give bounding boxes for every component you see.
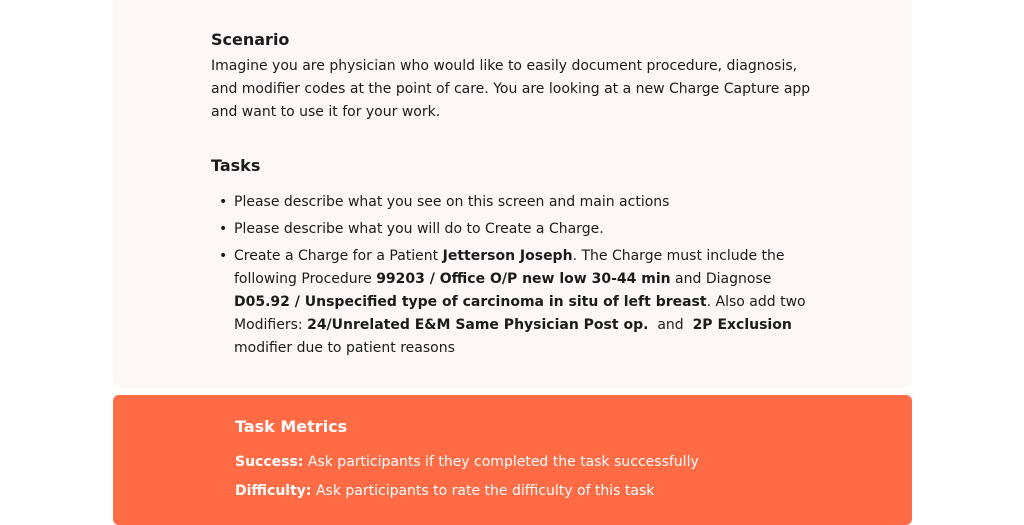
difficulty-label: Difficulty: <box>235 483 312 499</box>
task-text: Please describe what you see on this scr… <box>234 194 670 210</box>
task-text: Please describe what you will do to Crea… <box>234 221 604 237</box>
task-item: • Please describe what you see on this s… <box>211 191 806 214</box>
task-text-part: and Diagnose <box>670 271 772 287</box>
scenario-title: Scenario <box>211 30 290 49</box>
success-description: Ask participants if they completed the t… <box>303 454 699 470</box>
task-item: • Create a Charge for a Patient Jetterso… <box>211 245 806 360</box>
task-metrics-panel: Task Metrics Success: Ask participants i… <box>113 395 912 525</box>
scenario-description: Imagine you are physician who would like… <box>211 58 811 120</box>
task-item: • Please describe what you will do to Cr… <box>211 218 806 241</box>
success-metric: Success: Ask participants if they comple… <box>235 452 699 472</box>
modifier-code-1: 24/Unrelated E&M Same Physician Post op. <box>307 317 649 333</box>
modifier-code-2: 2P Exclusion <box>692 317 792 333</box>
bullet-icon: • <box>219 194 228 210</box>
tasks-title: Tasks <box>211 156 261 175</box>
procedure-code: 99203 / Office O/P new low 30-44 min <box>376 271 671 287</box>
task-list: • Please describe what you see on this s… <box>211 191 806 364</box>
patient-name: Jetterson Joseph <box>442 248 573 264</box>
bullet-icon: • <box>219 248 228 264</box>
success-label: Success: <box>235 454 304 470</box>
difficulty-description: Ask participants to rate the difficulty … <box>311 483 655 499</box>
diagnosis-code: D05.92 / Unspecified type of carcinoma i… <box>234 294 707 310</box>
difficulty-metric: Difficulty: Ask participants to rate the… <box>235 481 654 501</box>
task-text-part: Create a Charge for a Patient <box>234 248 443 264</box>
task-text-part: modifier due to patient reasons <box>234 340 455 356</box>
bullet-icon: • <box>219 221 228 237</box>
task-metrics-title: Task Metrics <box>235 417 348 436</box>
task-text-part: and <box>648 317 693 333</box>
